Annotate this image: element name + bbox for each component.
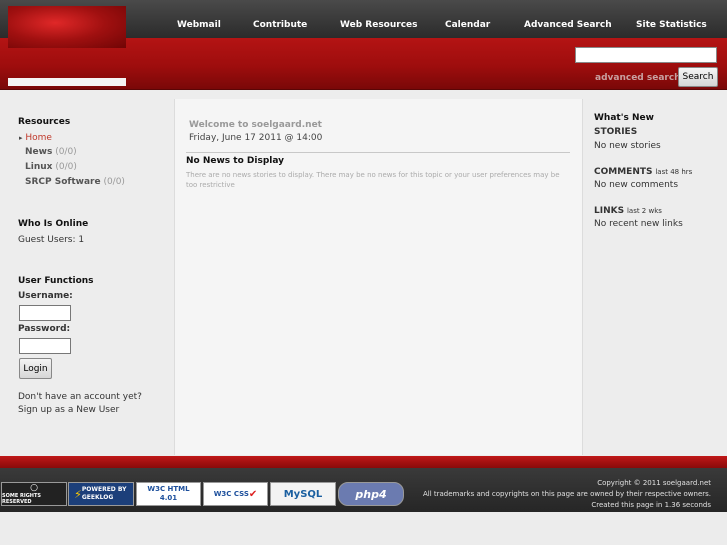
nav-advanced-search[interactable]: Advanced Search <box>524 20 612 30</box>
no-news-title: No News to Display <box>186 156 285 166</box>
nav-site-statistics[interactable]: Site Statistics <box>636 20 707 30</box>
w3c-css-badge-text: W3C CSS <box>213 490 249 498</box>
arrow-right-icon: ▸ <box>19 134 23 142</box>
whats-new-title: What's New <box>594 113 654 123</box>
nav-web-resources[interactable]: Web Resources <box>340 20 418 30</box>
signup-line: Sign up as a New User <box>18 405 119 415</box>
user-functions-title: User Functions <box>18 276 94 286</box>
check-icon: ✔ <box>248 488 258 500</box>
advanced-search-link[interactable]: advanced search <box>595 73 681 83</box>
no-news-text-2: too restrictive <box>186 181 235 189</box>
nav-calendar[interactable]: Calendar <box>445 20 490 30</box>
resource-home-label: Home <box>25 133 52 143</box>
resource-news-count: (0/0) <box>55 147 77 157</box>
login-button[interactable]: Login <box>19 358 52 379</box>
trademarks: All trademarks and copyrights on this pa… <box>422 490 711 498</box>
nav-webmail[interactable]: Webmail <box>177 20 221 30</box>
divider <box>186 152 570 153</box>
comments-period: last 48 hrs <box>655 168 693 176</box>
search-button[interactable]: Search <box>678 67 718 87</box>
resource-srcp-count: (0/0) <box>103 177 125 187</box>
php-badge-text: php4 <box>355 487 387 501</box>
resource-srcp-label: SRCP Software <box>25 177 101 187</box>
cc-badge-text: SOME RIGHTS RESERVED <box>2 493 41 505</box>
search-input[interactable] <box>575 47 717 63</box>
footer-red-bar <box>0 456 727 468</box>
resource-news[interactable]: News (0/0) <box>25 147 77 157</box>
password-label: Password: <box>18 324 71 334</box>
site-logo[interactable] <box>8 6 126 48</box>
password-field[interactable] <box>19 338 71 354</box>
creative-commons-badge[interactable]: ○ SOME RIGHTS RESERVED <box>1 482 67 506</box>
signup-prefix: Sign up as a <box>18 405 77 415</box>
mysql-badge[interactable]: MySQL <box>270 482 336 506</box>
comments-text: No new comments <box>594 180 679 190</box>
no-account-text: Don't have an account yet? <box>18 392 142 402</box>
comments-header: COMMENTS last 48 hrs <box>594 167 692 177</box>
resource-linux[interactable]: Linux (0/0) <box>25 162 77 172</box>
created-time: Created this page in 1.36 seconds <box>591 501 711 509</box>
geeklog-badge[interactable]: ⚡ POWERED BY GEEKLOG <box>68 482 134 506</box>
mysql-badge-text: MySQL <box>283 488 323 500</box>
w3c-html-badge[interactable]: W3C HTML 4.01 <box>136 482 201 506</box>
copyright: Copyright © 2011 soelgaard.net <box>597 479 711 487</box>
logo-underline <box>8 78 126 86</box>
footer-bottom <box>0 512 727 545</box>
new-user-link[interactable]: New User <box>76 405 119 415</box>
links-period: last 2 wks <box>626 207 662 215</box>
date-line: Friday, June 17 2011 @ 14:00 <box>189 133 323 143</box>
geeklog-badge-text: POWERED BY GEEKLOG <box>81 486 127 501</box>
stories-text: No new stories <box>594 141 661 151</box>
who-online-title: Who Is Online <box>18 219 89 229</box>
links-text: No recent new links <box>594 219 683 229</box>
w3c-html-badge-text: W3C HTML 4.01 <box>147 485 190 502</box>
resource-srcp[interactable]: SRCP Software (0/0) <box>25 177 125 187</box>
no-news-text: There are no news stories to display. Th… <box>186 171 560 179</box>
comments-title: COMMENTS <box>594 167 653 177</box>
resource-linux-count: (0/0) <box>55 162 77 172</box>
welcome-title: Welcome to soelgaard.net <box>189 120 322 130</box>
links-title: LINKS <box>594 206 625 216</box>
resource-news-label: News <box>25 147 53 157</box>
w3c-css-badge[interactable]: W3C CSS ✔ <box>203 482 268 506</box>
username-label: Username: <box>18 291 73 301</box>
cc-icon: ○ <box>30 483 38 493</box>
resource-home[interactable]: ▸ Home <box>19 133 52 143</box>
guest-users: Guest Users: 1 <box>18 235 85 245</box>
php-badge[interactable]: php4 <box>338 482 404 506</box>
lightning-icon: ⚡ <box>74 487 82 501</box>
resource-linux-label: Linux <box>25 162 53 172</box>
resources-title: Resources <box>18 117 71 127</box>
nav-contribute[interactable]: Contribute <box>253 20 307 30</box>
links-header: LINKS last 2 wks <box>594 206 662 216</box>
stories-title: STORIES <box>594 127 638 137</box>
username-field[interactable] <box>19 305 71 321</box>
